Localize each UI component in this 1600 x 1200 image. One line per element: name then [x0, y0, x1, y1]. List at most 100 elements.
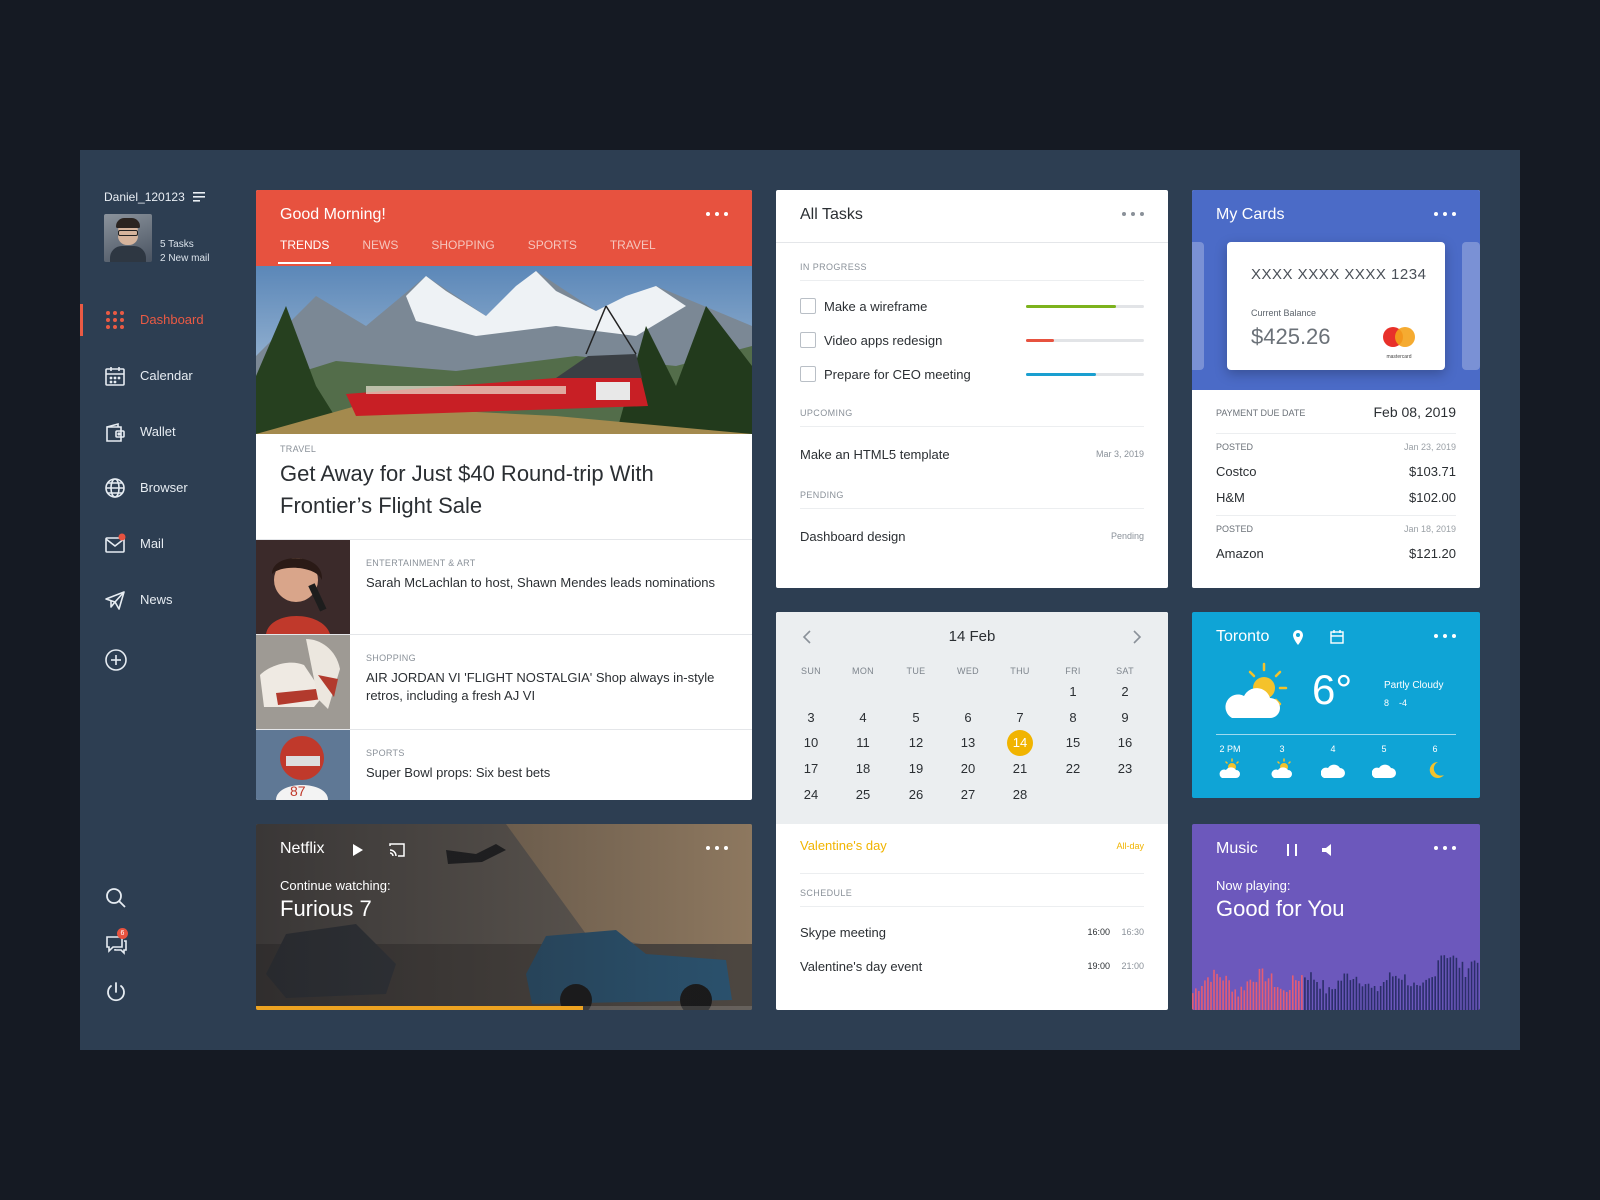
- pause-icon[interactable]: [1286, 844, 1298, 856]
- calendar-day[interactable]: 24: [798, 782, 824, 808]
- chat-button[interactable]: 6: [104, 928, 128, 956]
- nav-browser[interactable]: Browser: [80, 468, 250, 508]
- user-menu[interactable]: Daniel_120123: [104, 190, 205, 204]
- add-circle-icon[interactable]: [104, 648, 128, 672]
- cloud-icon: [1321, 764, 1345, 778]
- calendar-day[interactable]: 22: [1060, 756, 1086, 782]
- netflix-card[interactable]: Netflix Continue watching: Furious 7: [256, 824, 752, 1010]
- task-checkbox[interactable]: [800, 332, 816, 348]
- tab-shopping[interactable]: SHOPPING: [431, 238, 494, 266]
- nav-calendar[interactable]: Calendar: [80, 356, 250, 396]
- news-tabs: TRENDS NEWS SHOPPING SPORTS TRAVEL: [277, 238, 656, 266]
- calendar-day[interactable]: 25: [850, 782, 876, 808]
- calendar-day[interactable]: 26: [903, 782, 929, 808]
- task-item[interactable]: Make an HTML5 template Mar 3, 2019: [800, 444, 1144, 464]
- calendar-day[interactable]: 6: [955, 705, 981, 731]
- calendar-day[interactable]: 11: [850, 730, 876, 756]
- play-icon[interactable]: [352, 844, 364, 856]
- location-pin-icon[interactable]: [1292, 630, 1304, 645]
- nav-news[interactable]: News: [80, 580, 250, 620]
- forecast-hour: 3: [1279, 744, 1285, 754]
- calendar-day[interactable]: 5: [903, 705, 929, 731]
- featured-image[interactable]: [256, 266, 752, 434]
- calendar-day[interactable]: 1: [1060, 679, 1086, 705]
- section-label: IN PROGRESS: [800, 262, 1144, 281]
- calendar-day[interactable]: 27: [955, 782, 981, 808]
- schedule-label: Skype meeting: [800, 925, 886, 940]
- transaction-row[interactable]: Costco $103.71: [1216, 464, 1456, 479]
- weekday-label: WED: [957, 666, 979, 676]
- credit-card[interactable]: XXXX XXXX XXXX 1234 Current Balance $425…: [1227, 242, 1445, 370]
- transaction-row[interactable]: H&M $102.00: [1216, 490, 1456, 516]
- calendar-day[interactable]: 2: [1112, 679, 1138, 705]
- calendar-day[interactable]: 28: [1007, 782, 1033, 808]
- task-item[interactable]: Dashboard design Pending: [800, 526, 1144, 546]
- news-item[interactable]: SHOPPING AIR JORDAN VI 'FLIGHT NOSTALGIA…: [256, 635, 752, 730]
- calendar-day[interactable]: 23: [1112, 756, 1138, 782]
- calendar-day[interactable]: 3: [798, 705, 824, 731]
- calendar-day[interactable]: 15: [1060, 730, 1086, 756]
- calendar-day[interactable]: 21: [1007, 756, 1033, 782]
- schedule-item[interactable]: Valentine's day event 19:00 21:00: [800, 956, 1144, 976]
- calendar-day[interactable]: 18: [850, 756, 876, 782]
- calendar-day[interactable]: 16: [1112, 730, 1138, 756]
- chevron-right-icon[interactable]: [1132, 630, 1142, 644]
- posted-date: Jan 18, 2019: [1403, 524, 1456, 534]
- amount: $103.71: [1409, 464, 1456, 479]
- task-checkbox[interactable]: [800, 366, 816, 382]
- schedule-item[interactable]: Skype meeting 16:00 16:30: [800, 922, 1144, 942]
- tab-news[interactable]: NEWS: [362, 238, 398, 266]
- more-icon[interactable]: [1434, 634, 1456, 640]
- calendar-day[interactable]: 9: [1112, 705, 1138, 731]
- event-row[interactable]: Valentine's day All-day: [800, 838, 1144, 874]
- wallet-icon: [106, 422, 125, 442]
- tab-travel[interactable]: TRAVEL: [610, 238, 656, 266]
- mail-count: 2 New mail: [160, 253, 210, 264]
- calendar-day[interactable]: 17: [798, 756, 824, 782]
- more-icon[interactable]: [1434, 846, 1456, 852]
- cast-icon[interactable]: [388, 842, 406, 858]
- calendar-day[interactable]: 13: [955, 730, 981, 756]
- globe-icon: [105, 478, 125, 498]
- nav-label: Browser: [140, 480, 188, 495]
- song-title: Good for You: [1216, 896, 1345, 921]
- prev-card[interactable]: [1192, 242, 1204, 370]
- news-item[interactable]: 87 SPORTS Super Bowl props: Six best bet…: [256, 730, 752, 800]
- more-icon[interactable]: [1434, 212, 1456, 218]
- merchant: H&M: [1216, 490, 1245, 505]
- more-icon[interactable]: [706, 846, 728, 852]
- watch-progress-bar[interactable]: [256, 1006, 752, 1010]
- menu-icon[interactable]: [192, 192, 205, 202]
- nav-wallet[interactable]: Wallet: [80, 412, 250, 452]
- nav-dashboard[interactable]: Dashboard: [80, 300, 250, 340]
- tab-trends[interactable]: TRENDS: [277, 238, 332, 266]
- search-icon[interactable]: [104, 886, 128, 910]
- calendar-day[interactable]: 7: [1007, 705, 1033, 731]
- transaction-row[interactable]: Amazon $121.20: [1216, 546, 1456, 561]
- next-card[interactable]: [1462, 242, 1480, 370]
- featured-story[interactable]: TRAVEL Get Away for Just $40 Round-trip …: [256, 434, 752, 540]
- more-icon[interactable]: [1122, 212, 1144, 218]
- avatar[interactable]: [104, 214, 152, 262]
- weekday-label: SUN: [801, 666, 821, 676]
- calendar-day[interactable]: 10: [798, 730, 824, 756]
- calendar-day[interactable]: 19: [903, 756, 929, 782]
- calendar-day[interactable]: 12: [903, 730, 929, 756]
- task-checkbox[interactable]: [800, 298, 816, 314]
- more-icon[interactable]: [706, 212, 728, 218]
- power-icon[interactable]: [104, 980, 128, 1004]
- calendar-day[interactable]: 20: [955, 756, 981, 782]
- task-label: Make an HTML5 template: [800, 447, 950, 462]
- forecast-hour: 2 PM: [1219, 744, 1241, 754]
- news-thumbnail: 87: [256, 730, 350, 800]
- calendar-icon[interactable]: [1330, 630, 1344, 644]
- calendar-day-selected[interactable]: 14: [1007, 730, 1033, 756]
- weather-condition: Partly Cloudy: [1384, 680, 1444, 691]
- volume-icon[interactable]: [1322, 844, 1336, 856]
- news-item[interactable]: ENTERTAINMENT & ART Sarah McLachlan to h…: [256, 540, 752, 635]
- audio-waveform[interactable]: [1192, 942, 1480, 1010]
- calendar-day[interactable]: 4: [850, 705, 876, 731]
- tab-sports[interactable]: SPORTS: [528, 238, 577, 266]
- nav-mail[interactable]: Mail: [80, 524, 250, 564]
- calendar-day[interactable]: 8: [1060, 705, 1086, 731]
